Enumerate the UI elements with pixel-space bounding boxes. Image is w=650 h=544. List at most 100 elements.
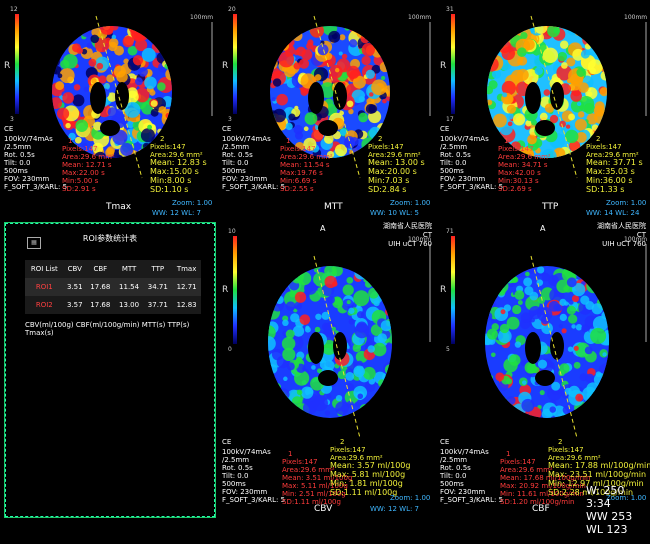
- map-pixel-cluster: [562, 405, 572, 415]
- roi-row[interactable]: ROI1 3.51 17.68 11.54 34.71 12.71: [25, 278, 201, 296]
- map-pixel-cluster: [268, 287, 274, 296]
- map-pixel-cluster: [279, 40, 290, 51]
- cbv-map-viewport[interactable]: 10 0 R 100mm CE 100kV/74mAs/2.5mm Rot. 0.5s Til…: [218, 222, 434, 520]
- map-pixel-cluster: [590, 327, 607, 344]
- map-pixel-cluster: [140, 128, 155, 143]
- map-pixel-cluster: [534, 66, 543, 76]
- map-pixel-cluster: [348, 318, 355, 325]
- map-pixel-cluster: [593, 414, 598, 418]
- map-pixel-cluster: [585, 301, 595, 310]
- map-pixel-cluster: [74, 136, 82, 144]
- map-pixel-cluster: [270, 63, 275, 70]
- map-pixel-cluster: [296, 46, 306, 57]
- map-pixel-cluster: [270, 138, 277, 145]
- roi-value: 17.68: [90, 301, 111, 309]
- map-pixel-cluster: [542, 47, 559, 63]
- map-pixel-cluster: [582, 386, 598, 402]
- map-pixel-cluster: [492, 403, 500, 410]
- map-pixel-cluster: [506, 410, 520, 418]
- map-pixel-cluster: [377, 27, 386, 36]
- map-pixel-cluster: [380, 33, 390, 46]
- window-level-readout: WW: 14 WL: 24: [586, 209, 640, 217]
- map-pixel-cluster: [57, 26, 71, 37]
- map-pixel-cluster: [63, 53, 78, 69]
- tmax-map-viewport[interactable]: 12 3 R 100mm CE 100kV/74mAs/2.5mm Rot. 0.5s Til…: [0, 0, 216, 219]
- map-pixel-cluster: [382, 287, 392, 301]
- map-pixel-cluster: [304, 326, 311, 333]
- roi2-min: Min:7.03 s: [368, 176, 410, 185]
- map-pixel-cluster: [141, 26, 151, 36]
- map-pixel-cluster: [291, 30, 303, 42]
- map-pixel-cluster: [341, 53, 348, 60]
- map-pixel-cluster: [495, 26, 506, 36]
- roi-row[interactable]: ROI2 3.57 17.68 13.00 37.71 12.83: [25, 296, 201, 314]
- ventricle-region: [525, 82, 541, 114]
- map-pixel-cluster: [565, 124, 571, 129]
- cbf-map-viewport[interactable]: 71 5 R 100mm CE 100kV/74mAs/2.5mm Rot. 0.5s Til…: [436, 222, 650, 520]
- map-pixel-cluster: [270, 62, 274, 70]
- map-pixel-cluster: [54, 42, 63, 50]
- colorbar-min-label: 0: [228, 346, 232, 353]
- map-pixel-cluster: [378, 379, 386, 388]
- map-pixel-cluster: [285, 301, 296, 311]
- map-pixel-cluster: [158, 36, 172, 52]
- roi1-sd: SD:2.91 s: [62, 185, 96, 193]
- map-pixel-cluster: [594, 266, 605, 272]
- map-pixel-cluster: [288, 113, 296, 121]
- map-pixel-cluster: [383, 119, 390, 126]
- roi-col-header: TTP: [151, 265, 165, 273]
- map-pixel-cluster: [487, 26, 494, 32]
- scan-param-2: /2.5mm: [440, 143, 468, 151]
- roi-table-title: ROI参数统计表: [82, 234, 138, 243]
- map-pixel-cluster: [570, 26, 587, 35]
- scan-param-4: Tilt: 0.0: [222, 472, 249, 480]
- map-pixel-cluster: [284, 268, 296, 280]
- map-pixel-cluster: [83, 86, 89, 92]
- map-pixel-cluster: [487, 99, 493, 106]
- ttp-map-viewport[interactable]: 31 17 R 100mm CE 100kV/74mAs/2.5mm Rot. 0.5s Ti…: [436, 0, 650, 219]
- map-pixel-cluster: [52, 35, 61, 48]
- map-pixel-cluster: [368, 26, 378, 32]
- map-pixel-cluster: [576, 101, 582, 107]
- roi1-area: Area:29.6 mm²: [62, 153, 115, 161]
- map-pixel-cluster: [373, 26, 385, 35]
- map-pixel-cluster: [57, 73, 63, 79]
- map-pixel-cluster: [293, 26, 305, 35]
- map-pixel-cluster: [268, 271, 280, 288]
- map-pixel-cluster: [577, 111, 585, 118]
- map-pixel-cluster: [511, 405, 518, 411]
- map-pixel-cluster: [601, 311, 609, 320]
- scan-param-2: /2.5mm: [222, 456, 250, 464]
- map-pixel-cluster: [166, 49, 172, 57]
- scan-param-0: CE: [222, 438, 232, 446]
- colorbar-max-label: 12: [10, 6, 18, 13]
- map-pixel-cluster: [536, 266, 545, 274]
- map-pixel-cluster: [515, 270, 523, 278]
- map-pixel-cluster: [373, 300, 380, 307]
- map-pixel-cluster: [600, 54, 607, 66]
- scan-param-1: 100kV/74mAs: [440, 448, 489, 456]
- map-pixel-cluster: [277, 35, 287, 45]
- map-pixel-cluster: [567, 26, 579, 36]
- map-pixel-cluster: [490, 352, 496, 358]
- map-pixel-cluster: [363, 276, 369, 283]
- map-pixel-cluster: [354, 401, 361, 408]
- map-pixel-cluster: [157, 29, 164, 36]
- roi-value: 34.71: [147, 283, 168, 291]
- colorbar-r-label: R: [440, 61, 447, 71]
- map-pixel-cluster: [379, 287, 392, 300]
- mtt-map-viewport[interactable]: 20 3 R 100mm CE 100kV/74mAs/2.5mm Rot. 0.5s Til…: [218, 0, 434, 219]
- map-pixel-cluster: [570, 90, 582, 102]
- map-pixel-cluster: [144, 76, 157, 90]
- ventricle-region: [535, 370, 555, 386]
- map-pixel-cluster: [339, 34, 346, 41]
- map-type-label: CBF: [532, 504, 550, 514]
- roi2-min: Min: 1.81 ml/100g: [330, 479, 403, 488]
- roi-value: 17.68: [90, 283, 111, 291]
- roi2-mean: Mean: 12.83 s: [150, 158, 207, 167]
- roi-value: 3.57: [66, 301, 83, 309]
- map-pixel-cluster: [384, 307, 392, 316]
- colorbar-max-label: 20: [228, 6, 236, 13]
- map-pixel-cluster: [493, 278, 509, 294]
- map-pixel-cluster: [346, 300, 351, 305]
